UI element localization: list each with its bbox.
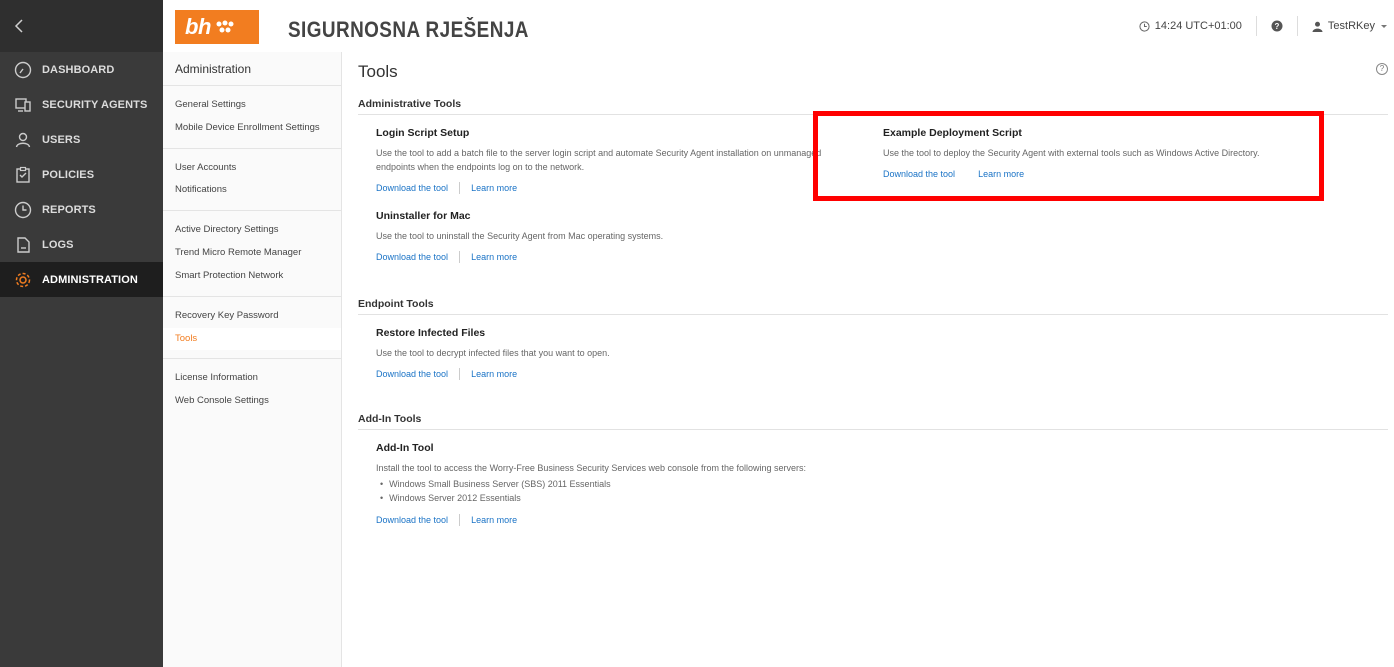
user-name: TestRKey xyxy=(1327,20,1375,32)
tool-title: Add-In Tool xyxy=(376,442,434,454)
devices-icon xyxy=(12,94,34,116)
user-icon xyxy=(1312,21,1323,32)
subnav-item-active-directory[interactable]: Active Directory Settings xyxy=(163,219,341,242)
subnav-group: General Settings Mobile Device Enrollmen… xyxy=(163,86,341,149)
logo-text: bh xyxy=(185,14,211,39)
help-button[interactable]: ? xyxy=(1257,16,1298,36)
nav-label: POLICIES xyxy=(42,168,95,181)
nav-label: SECURITY AGENTS xyxy=(42,98,148,111)
subnav-title: Administration xyxy=(163,52,341,86)
nav-item-users[interactable]: USERS xyxy=(0,122,163,157)
gear-icon xyxy=(12,269,34,291)
caret-down-icon xyxy=(1381,25,1387,28)
nav-label: LOGS xyxy=(42,238,74,251)
user-icon xyxy=(12,129,34,151)
server-list-item: Windows Server 2012 Essentials xyxy=(376,492,896,506)
tool-description: Use the tool to uninstall the Security A… xyxy=(376,231,664,241)
link-separator xyxy=(459,250,461,263)
time-label: 14:24 UTC+01:00 xyxy=(1154,20,1242,32)
tool-title: Login Script Setup xyxy=(376,127,470,139)
subnav-item-tools[interactable]: Tools xyxy=(163,327,341,351)
nav-label: ADMINISTRATION xyxy=(42,273,138,286)
learn-more-link[interactable]: Learn more xyxy=(471,369,517,379)
tool-uninstaller-mac: Uninstaller for Mac Use the tool to unin… xyxy=(376,210,856,263)
svg-text:?: ? xyxy=(1274,22,1279,31)
tool-description: Use the tool to add a batch file to the … xyxy=(376,148,822,172)
tool-links: Download the tool Learn more xyxy=(376,250,856,263)
question-icon: ? xyxy=(1271,20,1283,32)
nav-item-security-agents[interactable]: SECURITY AGENTS xyxy=(0,87,163,122)
subnav-item-general-settings[interactable]: General Settings xyxy=(163,94,341,117)
subnav-group: License Information Web Console Settings xyxy=(163,359,341,421)
clock-icon xyxy=(12,199,34,221)
tool-description: Install the tool to access the Worry-Fre… xyxy=(376,463,807,473)
top-header: bh SIGURNOSNA RJEŠENJA 14:24 UTC+01:00 ?… xyxy=(163,0,1394,52)
brand-title: SIGURNOSNA RJEŠENJA xyxy=(288,17,529,42)
clock-icon xyxy=(1139,20,1150,32)
learn-more-link[interactable]: Learn more xyxy=(471,252,517,262)
collapse-nav-button[interactable] xyxy=(0,0,163,52)
subnav-item-mobile-enrollment[interactable]: Mobile Device Enrollment Settings xyxy=(163,117,341,140)
clipboard-icon xyxy=(12,164,34,186)
subnav-item-web-console[interactable]: Web Console Settings xyxy=(163,390,341,413)
nav-item-policies[interactable]: POLICIES xyxy=(0,157,163,192)
subnav-item-license[interactable]: License Information xyxy=(163,367,341,390)
download-link[interactable]: Download the tool xyxy=(376,515,448,525)
download-link[interactable]: Download the tool xyxy=(376,369,448,379)
server-list-item: Windows Small Business Server (SBS) 2011… xyxy=(376,478,896,492)
section-title-endpoint: Endpoint Tools xyxy=(358,298,434,310)
brand-logo: bh xyxy=(175,10,259,44)
learn-more-link[interactable]: Learn more xyxy=(471,183,517,193)
tool-title: Restore Infected Files xyxy=(376,327,486,339)
tool-links: Download the tool Learn more xyxy=(376,367,856,380)
page-title: Tools xyxy=(358,62,398,81)
subnav-item-user-accounts[interactable]: User Accounts xyxy=(163,157,341,180)
server-list: Windows Small Business Server (SBS) 2011… xyxy=(376,478,896,506)
subnav-item-remote-manager[interactable]: Trend Micro Remote Manager xyxy=(163,242,341,265)
subnav-item-recovery-key[interactable]: Recovery Key Password xyxy=(163,305,341,328)
nav-label: USERS xyxy=(42,133,81,146)
left-nav: DASHBOARD SECURITY AGENTS USERS POLICIES… xyxy=(0,0,163,667)
document-icon xyxy=(12,234,34,256)
download-link[interactable]: Download the tool xyxy=(376,252,448,262)
highlight-box xyxy=(813,111,1324,201)
subnav-group: User Accounts Notifications xyxy=(163,149,341,212)
download-link[interactable]: Download the tool xyxy=(376,183,448,193)
section-divider xyxy=(358,429,1388,430)
section-divider xyxy=(358,314,1388,315)
tool-restore-infected: Restore Infected Files Use the tool to d… xyxy=(376,327,856,380)
nav-label: DASHBOARD xyxy=(42,63,115,76)
link-separator xyxy=(459,367,461,380)
subnav-item-notifications[interactable]: Notifications xyxy=(163,179,341,202)
tool-title: Uninstaller for Mac xyxy=(376,210,471,222)
tool-description: Use the tool to decrypt infected files t… xyxy=(376,348,610,358)
tool-links: Download the tool Learn more xyxy=(376,513,896,526)
admin-subnav: Administration General Settings Mobile D… xyxy=(163,52,342,667)
tool-addin: Add-In Tool Install the tool to access t… xyxy=(376,442,896,526)
nav-item-reports[interactable]: REPORTS xyxy=(0,192,163,227)
subnav-item-smart-protection[interactable]: Smart Protection Network xyxy=(163,265,341,288)
section-title-addin: Add-In Tools xyxy=(358,413,422,425)
subnav-group: Active Directory Settings Trend Micro Re… xyxy=(163,211,341,297)
page-help-icon[interactable]: ? xyxy=(1376,63,1388,75)
dashboard-icon xyxy=(12,59,34,81)
header-actions: 14:24 UTC+01:00 ? TestRKey xyxy=(1125,0,1394,52)
nav-item-dashboard[interactable]: DASHBOARD xyxy=(0,52,163,87)
tool-login-script: Login Script Setup Use the tool to add a… xyxy=(376,127,856,194)
tool-links: Download the tool Learn more xyxy=(376,181,856,194)
nav-item-administration[interactable]: ADMINISTRATION xyxy=(0,262,163,297)
learn-more-link[interactable]: Learn more xyxy=(471,515,517,525)
user-menu[interactable]: TestRKey xyxy=(1298,20,1394,32)
section-title-administrative: Administrative Tools xyxy=(358,98,462,110)
subnav-group: Recovery Key Password Tools xyxy=(163,297,341,360)
chevron-left-icon xyxy=(14,19,23,33)
logo-dots-icon xyxy=(216,20,234,33)
link-separator xyxy=(459,181,461,194)
nav-list: DASHBOARD SECURITY AGENTS USERS POLICIES… xyxy=(0,52,163,297)
nav-label: REPORTS xyxy=(42,203,96,216)
nav-item-logs[interactable]: LOGS xyxy=(0,227,163,262)
server-time: 14:24 UTC+01:00 xyxy=(1125,16,1257,36)
link-separator xyxy=(459,513,461,526)
